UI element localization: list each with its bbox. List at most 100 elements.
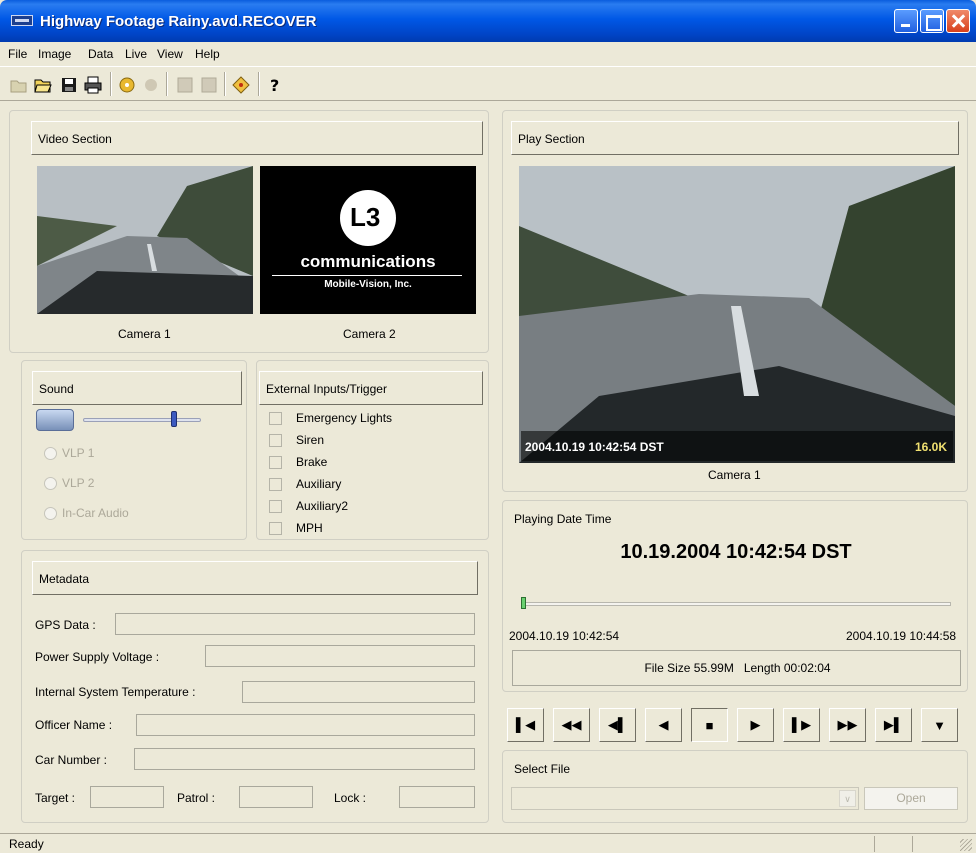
stop-button[interactable]: ■ [691,708,728,742]
select-file-label: Select File [514,762,571,776]
gps-field[interactable] [115,613,475,635]
video-section-header[interactable]: Video Section [31,121,483,155]
last-frame-button[interactable]: ▶▌ [875,708,912,742]
close-button[interactable] [946,9,970,33]
auxiliary-label: Auxiliary [296,477,342,491]
status-pane-divider [912,836,913,852]
temperature-field[interactable] [242,681,475,703]
disc-icon[interactable] [118,76,136,94]
patrol-field[interactable] [239,786,313,808]
playback-video[interactable]: 2004.10.19 10:42:54 DST 16.0K [519,166,955,463]
rewind-button[interactable]: ◀◀ [553,708,590,742]
playing-datetime-value: 10.19.2004 10:42:54 DST [620,541,852,563]
siren-label: Siren [296,433,325,447]
resize-grip-icon[interactable] [960,839,972,851]
car-number-field[interactable] [134,748,475,770]
toolbar: ? [0,66,976,101]
camera1-thumbnail[interactable] [37,166,253,314]
toolbar-separator [166,72,168,96]
open-folder-icon[interactable] [34,76,52,94]
sound-header[interactable]: Sound [32,371,242,405]
menu-help[interactable]: Help [195,47,220,61]
external-inputs-header[interactable]: External Inputs/Trigger [259,371,483,405]
video-timestamp-overlay: 2004.10.19 10:42:54 DST [525,440,664,454]
in-car-audio-radio[interactable] [44,507,57,520]
volume-slider-thumb[interactable] [170,411,177,427]
play-section-panel: Play Section 2004.10.19 10:42:54 DST 16.… [502,110,968,492]
playing-datetime-label: Playing Date Time [514,512,612,526]
step-back-button[interactable]: ◀▌ [599,708,636,742]
vlp2-radio[interactable] [44,477,57,490]
export-disabled-icon[interactable] [142,76,160,94]
voltage-field[interactable] [205,645,475,667]
camera1-label: Camera 1 [118,327,171,341]
vlp1-label: VLP 1 [62,446,95,460]
menu-image[interactable]: Image [38,47,71,61]
metadata-panel: Metadata GPS Data : Power Supply Voltage… [21,550,489,823]
file-info-box: File Size 55.99M Length 00:02:04 [512,650,961,686]
open-folder-disabled-icon[interactable] [10,76,28,94]
open-button[interactable]: Open [864,787,958,810]
help-icon[interactable]: ? [266,76,284,94]
more-options-button[interactable]: ▼ [921,708,958,742]
save-icon[interactable] [60,76,78,94]
timeline-thumb[interactable] [521,597,526,609]
siren-checkbox[interactable] [269,434,282,447]
in-car-audio-label: In-Car Audio [62,506,129,520]
officer-name-label: Officer Name : [35,718,113,732]
playback-road-image [519,166,955,463]
brake-checkbox[interactable] [269,456,282,469]
timeline-track[interactable] [521,602,951,606]
status-bar: Ready [0,833,976,853]
gps-label: GPS Data : [35,618,96,632]
play-button[interactable]: ▶ [737,708,774,742]
window-title: Highway Footage Rainy.avd.RECOVER [40,13,317,30]
play-reverse-button[interactable]: ◀ [645,708,682,742]
file-info-text: File Size 55.99M Length 00:02:04 [644,661,831,675]
timeline-end-label: 2004.10.19 10:44:58 [846,629,957,643]
menu-file[interactable]: File [8,47,27,61]
navigate-icon[interactable] [232,76,250,94]
minimize-button[interactable] [894,9,918,33]
vlp1-radio[interactable] [44,447,57,460]
fast-forward-button[interactable]: ▶▶ [829,708,866,742]
target-label: Target : [35,791,76,805]
first-frame-button[interactable]: ▌◀ [507,708,544,742]
camera2-label: Camera 2 [343,327,396,341]
logo-divider [272,275,462,276]
vlp2-label: VLP 2 [62,476,95,490]
menu-view[interactable]: View [157,47,183,61]
step-forward-button[interactable]: ▌▶ [783,708,820,742]
auxiliary-checkbox[interactable] [269,478,282,491]
metadata-header[interactable]: Metadata [32,561,478,595]
toolbar-separator [110,72,112,96]
chevron-down-icon[interactable]: ∨ [839,790,856,807]
file-select-dropdown[interactable]: ∨ [511,787,859,810]
title-bar[interactable]: Highway Footage Rainy.avd.RECOVER [0,0,976,42]
app-icon[interactable] [11,15,33,26]
emergency-lights-checkbox[interactable] [269,412,282,425]
logo-subtext: Mobile-Vision, Inc. [324,279,412,290]
play-section-header[interactable]: Play Section [511,121,959,155]
svg-text:?: ? [270,76,279,94]
auxiliary2-checkbox[interactable] [269,500,282,513]
print-icon[interactable] [84,76,102,94]
mph-checkbox[interactable] [269,522,282,535]
camera2-logo-panel[interactable]: L3 communications Mobile-Vision, Inc. [260,166,476,314]
sound-panel: Sound VLP 1 VLP 2 In-Car Audio [21,360,247,540]
officer-name-field[interactable] [136,714,475,736]
logo-mark: L3 [350,202,381,232]
timeline-start-label: 2004.10.19 10:42:54 [509,629,620,643]
snapshot-disabled-icon[interactable] [176,76,194,94]
maximize-button[interactable] [920,9,944,33]
volume-slider-track[interactable] [83,418,201,422]
lock-field[interactable] [399,786,475,808]
menu-data[interactable]: Data [88,47,113,61]
road-scene-image [37,166,253,314]
toolbar-separator [224,72,226,96]
speaker-icon[interactable] [36,409,74,431]
snapshot2-disabled-icon[interactable] [200,76,218,94]
menu-live[interactable]: Live [125,47,147,61]
target-field[interactable] [90,786,164,808]
playing-datetime-panel: Playing Date Time 10.19.2004 10:42:54 DS… [502,500,968,692]
